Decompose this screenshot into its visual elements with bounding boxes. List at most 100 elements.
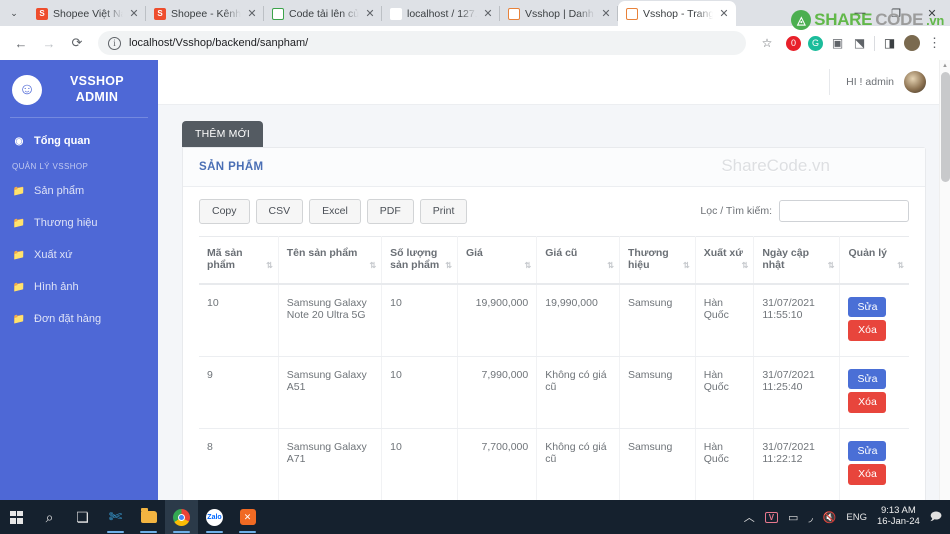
tab-close-icon[interactable]: ✕ — [246, 7, 258, 20]
opera-extension-icon[interactable]: 0 — [786, 35, 801, 51]
main-content: HI ! admin THÊM MỚI SẢN PHẨM ShareCode.v… — [158, 60, 950, 500]
vpn-icon[interactable]: V — [764, 511, 779, 523]
admin-sidebar: ☺ VSSHOP ADMIN ◉ Tổng quan QUẢN LÝ VSSHO… — [0, 60, 158, 500]
cell-ma-san-pham: 10 — [199, 283, 279, 357]
task-view-button[interactable]: ❏ — [66, 500, 99, 534]
column-label: Giá — [465, 246, 483, 259]
clock[interactable]: 9:13 AM 16-Jan-24 — [877, 505, 920, 528]
edit-button[interactable]: Sửa — [848, 296, 887, 317]
cell-xuat-xu: Hàn Quốc — [695, 428, 755, 500]
copy-button[interactable]: Copy — [199, 199, 250, 224]
column-header-gia[interactable]: Giá ⇅ — [457, 235, 538, 285]
chrome-app-button[interactable] — [165, 500, 198, 534]
excel-button[interactable]: Excel — [309, 199, 361, 224]
address-bar[interactable]: i localhost/Vsshop/backend/sanpham/ — [98, 31, 746, 55]
column-header-ma-san-pham[interactable]: Mã sản phẩm ⇅ — [199, 235, 279, 285]
column-header-xuat-xu[interactable]: Xuất xứ ⇅ — [695, 235, 755, 285]
csv-button[interactable]: CSV — [255, 199, 304, 224]
column-label: Số lượng sản phẩm — [390, 246, 440, 271]
sort-icon: ⇅ — [683, 260, 690, 270]
edit-button[interactable]: Sửa — [848, 440, 887, 461]
tab-list-chevron-icon[interactable]: ⌄ — [0, 0, 28, 26]
avatar[interactable] — [904, 71, 926, 93]
sort-icon: ⇅ — [524, 260, 532, 270]
volume-muted-icon[interactable]: 🔇 — [823, 511, 837, 524]
export-button-group: Copy CSV Excel PDF Print — [199, 199, 468, 224]
sidebar-item-don-dat-hang[interactable]: 📁 Đơn đặt hàng — [0, 303, 158, 335]
chrome-menu-icon[interactable]: ⋮ — [927, 35, 942, 51]
sort-icon: ⇅ — [827, 260, 835, 270]
browser-tab-5-active[interactable]: ✕ Vsshop - Trang danh ✕ — [618, 1, 736, 26]
sharecode-leaf-icon: ◬ — [791, 10, 812, 30]
tab-close-icon[interactable]: ✕ — [600, 7, 612, 20]
column-header-gia-cu[interactable]: Giá cũ ⇅ — [536, 235, 620, 285]
card-title: SẢN PHẨM — [183, 148, 925, 187]
browser-tab-3[interactable]: ⚙ localhost / 127.0.0.1 / ✕ — [382, 1, 500, 26]
pdf-button[interactable]: PDF — [366, 199, 414, 224]
column-header-thuong-hieu[interactable]: Thương hiệu ⇅ — [619, 235, 696, 285]
delete-button[interactable]: Xóa — [848, 464, 887, 485]
browser-tab-2[interactable]: ◬ Code tải lên của tôi ✕ — [264, 1, 382, 26]
tab-title: Vsshop | Danh sách s — [525, 7, 595, 20]
delete-button[interactable]: Xóa — [848, 392, 887, 413]
reload-icon[interactable]: ⟳ — [64, 30, 90, 56]
sidebar-item-label: Tổng quan — [34, 135, 91, 148]
brand-line-2: ADMIN — [75, 89, 119, 104]
column-header-ngay-cap-nhat[interactable]: Ngày cập nhật ⇅ — [753, 235, 841, 285]
info-circle-icon[interactable]: i — [108, 36, 121, 50]
watermark-code: CODE — [875, 10, 924, 29]
bookmark-star-icon[interactable]: ☆ — [754, 30, 780, 56]
search-input[interactable] — [779, 200, 909, 223]
sidebar-item-thuong-hieu[interactable]: 📁 Thương hiệu — [0, 207, 158, 239]
folder-icon: 📁 — [12, 249, 26, 261]
sidepanel-icon[interactable]: ◨ — [882, 36, 897, 51]
profile-avatar-icon[interactable] — [904, 35, 920, 51]
column-header-quan-ly[interactable]: Quản lý ⇅ — [839, 235, 909, 285]
column-label: Ngày cập nhật — [762, 246, 810, 271]
scroll-up-icon[interactable]: ▲ — [940, 60, 950, 71]
sidebar-item-san-pham[interactable]: 📁 Sản phẩm — [0, 175, 158, 207]
vscode-app-button[interactable]: ✄ — [99, 500, 132, 534]
sharecode-watermark-logo: ◬ SHARE CODE .vn — [791, 10, 944, 30]
taskbar-search-button[interactable]: ⌕ — [33, 500, 66, 534]
column-header-ten-san-pham[interactable]: Tên sản phẩm ⇅ — [278, 235, 383, 285]
grammarly-icon[interactable]: G — [808, 35, 823, 51]
sidebar-brand[interactable]: ☺ VSSHOP ADMIN — [0, 74, 158, 117]
edit-button[interactable]: Sửa — [848, 368, 887, 389]
browser-tab-0[interactable]: S Shopee Việt Nam | M ✕ — [28, 1, 146, 26]
delete-button[interactable]: Xóa — [848, 320, 887, 341]
notification-icon[interactable]: 🗩 — [930, 508, 942, 527]
image-capture-icon[interactable]: ▣ — [830, 36, 845, 51]
sidebar-item-xuat-xu[interactable]: 📁 Xuất xứ — [0, 239, 158, 271]
zalo-app-button[interactable]: Zalo — [198, 500, 231, 534]
tab-close-icon[interactable]: ✕ — [364, 7, 376, 20]
sharecode-icon: ◬ — [272, 7, 284, 20]
xampp-app-button[interactable]: ✕ — [231, 500, 264, 534]
tray-expand-icon[interactable]: ︿ — [744, 509, 755, 525]
battery-icon[interactable]: ▭ — [788, 511, 798, 524]
back-icon[interactable]: ← — [8, 30, 34, 56]
page-scrollbar[interactable]: ▲ — [939, 60, 950, 500]
sidebar-item-tong-quan[interactable]: ◉ Tổng quan — [0, 128, 158, 154]
sidebar-item-hinh-anh[interactable]: 📁 Hình ảnh — [0, 271, 158, 303]
browser-tab-4[interactable]: ✕ Vsshop | Danh sách s ✕ — [500, 1, 618, 26]
column-header-so-luong[interactable]: Số lượng sản phẩm ⇅ — [381, 235, 458, 285]
scrollbar-thumb[interactable] — [941, 72, 950, 182]
tab-close-icon[interactable]: ✕ — [482, 7, 494, 20]
forward-icon[interactable]: → — [36, 30, 62, 56]
browser-tab-1[interactable]: S Shopee - Kênh Người ✕ — [146, 1, 264, 26]
language-indicator[interactable]: ENG — [846, 512, 867, 523]
tab-close-icon[interactable]: ✕ — [718, 7, 730, 20]
tab-title: localhost / 127.0.0.1 / — [407, 7, 477, 20]
wifi-icon[interactable]: ◞ — [808, 511, 812, 524]
column-label: Quản lý — [848, 246, 887, 259]
tab-close-icon[interactable]: ✕ — [128, 7, 140, 20]
file-explorer-button[interactable] — [132, 500, 165, 534]
windows-taskbar: ⌕ ❏ ✄ Zalo ✕ ︿ V ▭ ◞ 🔇 ENG 9:13 AM 16-Ja… — [0, 500, 950, 534]
extension-puzzle-icon[interactable]: ⬔ — [852, 36, 867, 51]
start-button[interactable] — [0, 500, 33, 534]
tab-them-moi[interactable]: THÊM MỚI — [182, 121, 263, 147]
print-button[interactable]: Print — [419, 199, 468, 224]
zalo-icon: Zalo — [206, 508, 223, 526]
sidebar-item-label: Đơn đặt hàng — [34, 313, 102, 326]
